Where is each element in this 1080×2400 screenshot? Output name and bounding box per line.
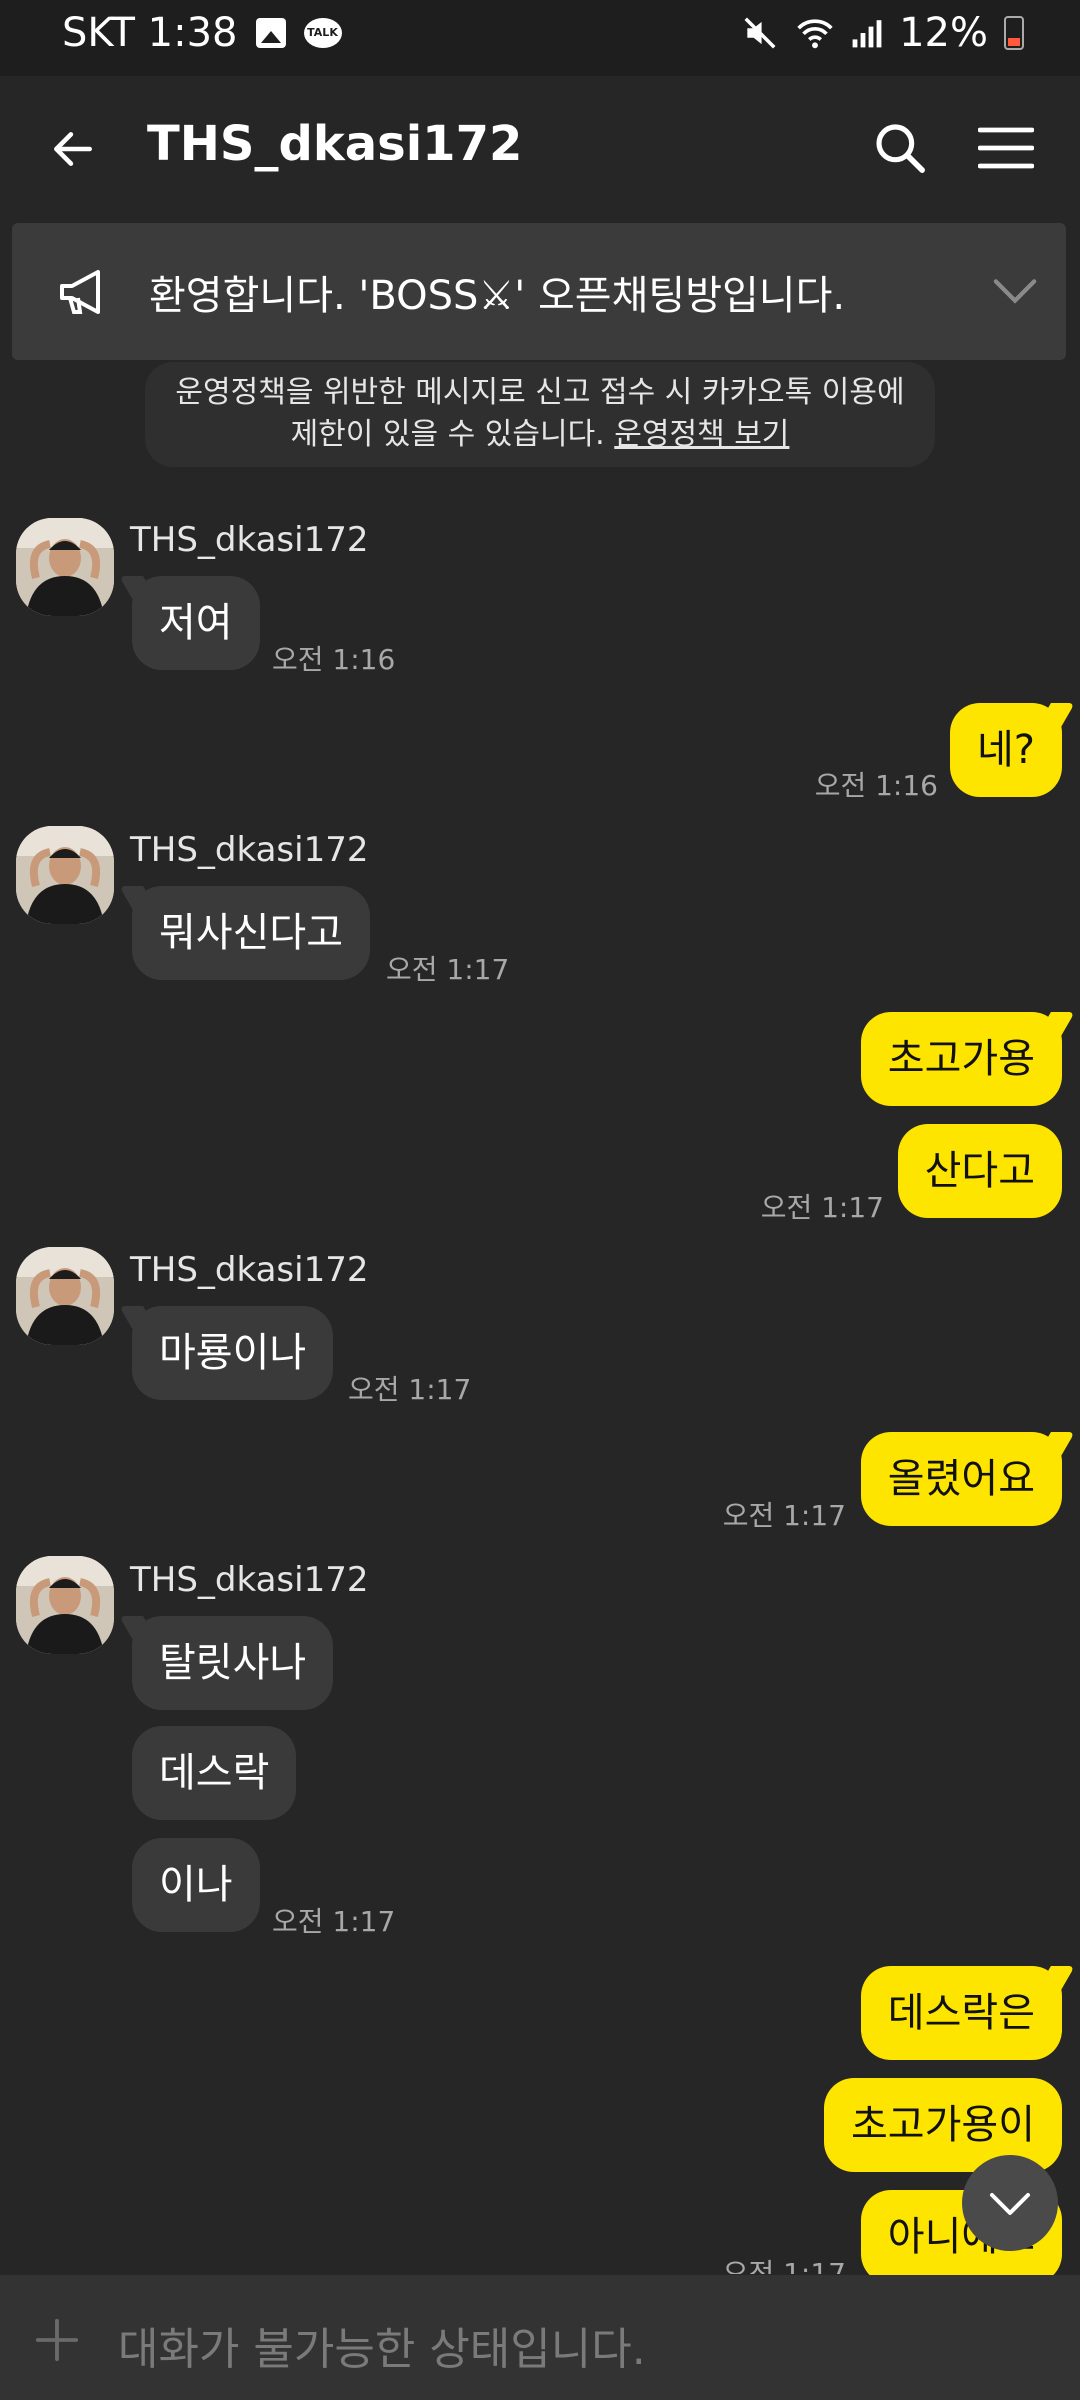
- message-time: 오전 1:16: [272, 643, 396, 676]
- sender-name: THS_dkasi172: [130, 1250, 369, 1290]
- chat-header: THS_dkasi172: [0, 76, 1080, 221]
- wifi-icon: [797, 19, 833, 49]
- status-carrier-time: SKT 1:38: [62, 10, 238, 56]
- policy-line-2: 제한이 있을 수 있습니다.: [290, 417, 615, 452]
- chat-title: THS_dkasi172: [147, 116, 523, 172]
- message-bubble[interactable]: 뭐사신다고: [132, 886, 370, 980]
- avatar[interactable]: [16, 1247, 114, 1345]
- message-bubble[interactable]: 마룡이나: [132, 1306, 334, 1400]
- message-bubble[interactable]: 네?: [949, 703, 1062, 797]
- sender-name: THS_dkasi172: [130, 1560, 369, 1600]
- chevron-down-icon: [990, 2193, 1030, 2215]
- message-time: 오전 1:17: [760, 1191, 884, 1224]
- chevron-down-icon[interactable]: [992, 271, 1038, 311]
- message-bubble[interactable]: 산다고: [897, 1124, 1062, 1218]
- message-bubble[interactable]: 데스락은: [860, 1966, 1062, 2060]
- message-time: 오전 1:16: [814, 769, 938, 802]
- battery-percent: 12%: [899, 10, 988, 56]
- battery-icon: [1004, 16, 1024, 50]
- plus-icon[interactable]: [34, 2317, 80, 2363]
- sender-name: THS_dkasi172: [130, 830, 369, 870]
- sender-name: THS_dkasi172: [130, 520, 369, 560]
- message-input-bar: 대화가 불가능한 상태입니다.: [0, 2275, 1080, 2400]
- policy-notice: 운영정책을 위반한 메시지로 신고 접수 시 카카오톡 이용에 제한이 있을 수…: [145, 362, 935, 467]
- image-icon: [255, 18, 286, 48]
- mute-icon: [744, 17, 776, 49]
- status-bar: SKT 1:38 TALK 12%: [0, 0, 1080, 76]
- kakaotalk-icon: TALK: [303, 18, 342, 48]
- avatar[interactable]: [16, 518, 114, 616]
- menu-icon[interactable]: [978, 126, 1034, 170]
- message-bubble[interactable]: 올렸어요: [860, 1432, 1062, 1526]
- message-time: 오전 1:17: [272, 1905, 396, 1938]
- message-bubble[interactable]: 탈릿사나: [132, 1616, 334, 1710]
- scroll-to-bottom-button[interactable]: [962, 2155, 1058, 2251]
- signal-icon: [852, 20, 882, 48]
- search-icon[interactable]: [872, 120, 928, 176]
- avatar[interactable]: [16, 1556, 114, 1654]
- message-time: 오전 1:17: [386, 953, 510, 986]
- notice-text: 환영합니다. 'BOSS⚔' 오픈채팅방입니다.: [149, 273, 846, 319]
- back-arrow-icon[interactable]: [48, 124, 98, 174]
- notice-banner[interactable]: 환영합니다. 'BOSS⚔' 오픈채팅방입니다.: [12, 223, 1066, 360]
- policy-link[interactable]: 운영정책 보기: [614, 417, 789, 452]
- message-bubble[interactable]: 초고가용: [860, 1012, 1062, 1106]
- message-bubble[interactable]: 저여: [132, 576, 260, 670]
- message-time: 오전 1:17: [348, 1373, 472, 1406]
- megaphone-icon: [60, 270, 100, 314]
- avatar[interactable]: [16, 826, 114, 924]
- message-time: 오전 1:17: [722, 2257, 846, 2274]
- policy-line-1: 운영정책을 위반한 메시지로 신고 접수 시 카카오톡 이용에: [175, 375, 905, 410]
- message-bubble[interactable]: 데스락: [132, 1726, 297, 1820]
- message-time: 오전 1:17: [722, 1499, 846, 1532]
- message-input[interactable]: 대화가 불가능한 상태입니다.: [118, 2313, 646, 2377]
- message-bubble[interactable]: 이나: [132, 1838, 260, 1932]
